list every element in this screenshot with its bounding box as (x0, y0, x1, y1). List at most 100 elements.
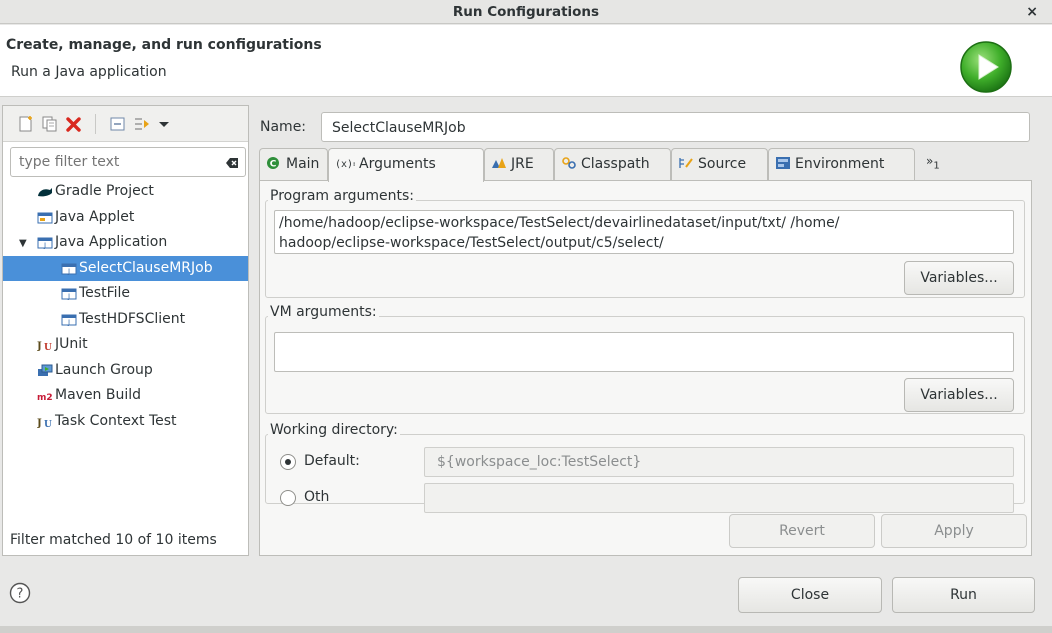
java-application-icon: J (37, 234, 53, 250)
svg-text:U: U (44, 343, 52, 352)
classpath-tab-icon (562, 157, 576, 169)
tab-main[interactable]: C Main (259, 148, 328, 180)
configuration-editor-panel: Name: C Main (x)= Arguments JRE Classpat… (250, 105, 1050, 556)
configuration-tree: Gradle Project Java Applet ▼ J Java Applicat… (3, 179, 248, 434)
tree-item-label: Gradle Project (55, 183, 154, 199)
more-tabs-button[interactable]: »1 (926, 154, 940, 171)
tab-environment[interactable]: Environment (768, 148, 915, 180)
tab-classpath[interactable]: Classpath (554, 148, 671, 180)
program-arguments-line-1: /home/hadoop/eclipse-workspace/TestSelec… (279, 215, 840, 231)
tab-environment-label: Environment (795, 156, 885, 172)
tree-item[interactable]: J TestFile (3, 281, 248, 307)
svg-text:J: J (67, 318, 70, 326)
tab-source-label: Source (698, 156, 747, 172)
svg-text:J: J (67, 293, 70, 301)
tree-item-label: JUnit (55, 336, 88, 352)
tree-item-label: Task Context Test (55, 412, 177, 429)
tree-item-label: SelectClauseMRJob (79, 259, 213, 276)
name-field-box[interactable] (321, 112, 1030, 142)
filter-status-text: Filter matched 10 of 10 items (10, 532, 217, 548)
environment-tab-icon (776, 157, 790, 169)
task-context-icon: JU (36, 413, 53, 430)
vm-arguments-label: VM arguments: (268, 304, 379, 320)
tree-item-label: Java Application (55, 234, 168, 250)
vm-arguments-group: VM arguments: Variables... (265, 304, 1025, 414)
program-variables-button[interactable]: Variables... (904, 261, 1014, 295)
dialog-button-bar: ? Close Run (0, 560, 1052, 633)
tree-item-label: Launch Group (55, 361, 153, 378)
window-titlebar: Run Configurations × (0, 0, 1052, 24)
svg-text:m2: m2 (37, 393, 53, 403)
tree-item-label: TestFile (79, 285, 130, 301)
arguments-tab-content: Program arguments: /home/hadoop/eclipse-… (259, 180, 1032, 556)
left-toolbar (3, 106, 248, 142)
tree-item[interactable]: Java Applet (3, 205, 248, 231)
close-window-icon[interactable]: × (1026, 0, 1038, 24)
tree-item-label: TestHDFSClient (79, 310, 186, 327)
tab-main-label: Main (286, 156, 320, 172)
tree-item-label: Java Applet (55, 208, 135, 225)
run-application-icon (960, 41, 1012, 93)
duplicate-icon[interactable] (41, 115, 59, 133)
header-subtitle: Run a Java application (11, 64, 167, 80)
other-directory-radio[interactable] (280, 490, 296, 506)
tree-item[interactable]: Gradle Project (3, 179, 248, 205)
tree-item[interactable]: Launch Group (3, 358, 248, 384)
main-tab-icon: C (267, 157, 279, 170)
view-menu-icon[interactable] (155, 115, 173, 133)
toolbar-separator (95, 114, 96, 134)
run-button[interactable]: Run (892, 577, 1035, 613)
collapse-all-icon[interactable] (109, 115, 127, 133)
tree-item[interactable]: ▼ J Java Application (3, 230, 248, 256)
tree-item[interactable]: J SelectClauseMRJob (3, 255, 248, 281)
other-directory-field[interactable] (424, 483, 1014, 513)
window-bottom-edge (0, 626, 1052, 633)
name-field[interactable] (330, 119, 1020, 137)
program-arguments-group: Program arguments: /home/hadoop/eclipse-… (265, 188, 1025, 298)
program-arguments-label: Program arguments: (268, 188, 416, 204)
svg-text:C: C (270, 160, 277, 170)
tab-source[interactable]: Source (671, 148, 768, 180)
svg-text:(x)=: (x)= (335, 159, 355, 170)
tab-jre-label: JRE (511, 156, 534, 172)
filter-icon[interactable] (133, 115, 151, 133)
filter-input[interactable] (17, 153, 217, 171)
vm-arguments-field[interactable] (274, 332, 1014, 372)
source-tab-icon (679, 158, 693, 168)
window-title: Run Configurations (452, 4, 600, 20)
tree-item[interactable]: J TestHDFSClient (3, 307, 248, 333)
filter-input-box[interactable] (10, 147, 246, 177)
configuration-list-panel: Gradle Project Java Applet ▼ J Java Applicat… (2, 105, 249, 556)
help-icon[interactable]: ? (9, 582, 31, 604)
delete-icon[interactable] (65, 115, 83, 133)
svg-text:J: J (67, 267, 70, 275)
tree-item[interactable]: m2 Maven Build (3, 383, 248, 409)
default-directory-field: ${workspace_loc:TestSelect} (424, 447, 1014, 477)
default-directory-radio[interactable] (280, 454, 296, 470)
vm-variables-button[interactable]: Variables... (904, 378, 1014, 412)
tab-arguments[interactable]: (x)= Arguments (328, 148, 484, 182)
working-directory-group: Working directory: Default: ${workspace_… (265, 422, 1025, 513)
dialog-header: Create, manage, and run configurations R… (0, 25, 1052, 97)
arguments-tab-icon: (x)= (335, 159, 355, 170)
close-button[interactable]: Close (738, 577, 882, 613)
svg-text:J: J (37, 418, 42, 429)
jre-tab-icon (492, 158, 506, 168)
revert-button[interactable]: Revert (729, 514, 875, 548)
tab-jre[interactable]: JRE (484, 148, 554, 180)
svg-text:U: U (44, 420, 52, 429)
new-configuration-icon[interactable] (17, 115, 35, 133)
java-config-icon: J (61, 311, 77, 326)
apply-button[interactable]: Apply (881, 514, 1027, 548)
expand-arrow-icon[interactable]: ▼ (19, 231, 37, 256)
clear-filter-icon[interactable] (225, 156, 239, 170)
name-label: Name: (260, 119, 307, 135)
more-tabs-count: 1 (933, 160, 940, 172)
tree-item[interactable]: J U JUnit (3, 332, 248, 358)
tree-item[interactable]: J U Task Context Test (3, 409, 248, 435)
radio-selected-dot (285, 459, 291, 465)
program-arguments-field[interactable]: /home/hadoop/eclipse-workspace/TestSelec… (274, 210, 1014, 254)
program-arguments-line-2: hadoop/eclipse-workspace/TestSelect/outp… (279, 235, 664, 251)
launch-group-icon (37, 362, 53, 376)
java-config-icon: J (61, 260, 77, 275)
